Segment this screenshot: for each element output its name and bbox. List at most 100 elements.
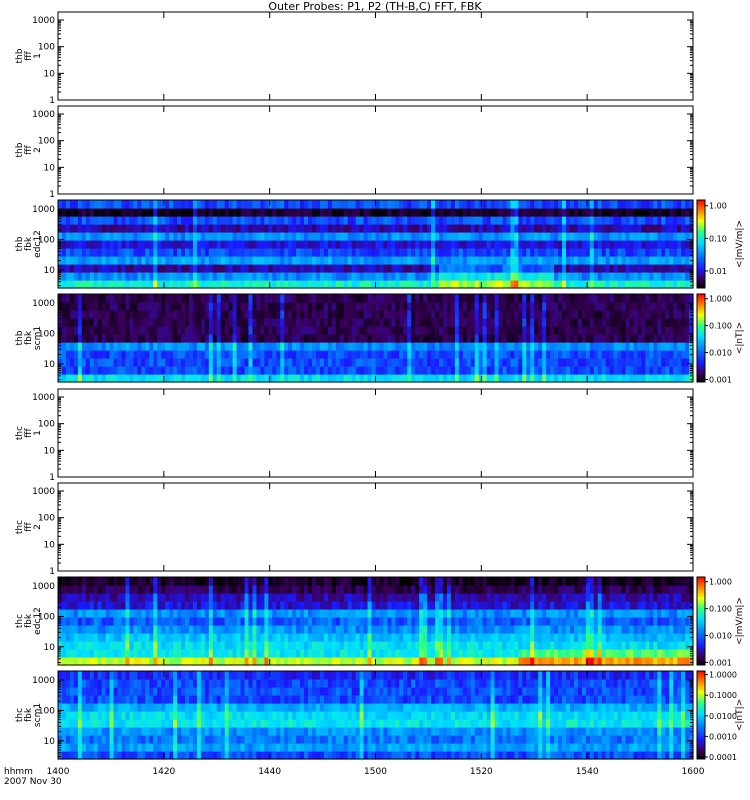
spectrogram-cell: [236, 294, 242, 303]
spectrogram-cell: [458, 326, 464, 335]
spectrogram-cell: [609, 334, 615, 343]
spectrogram-cell: [125, 601, 131, 610]
spectrogram-cell: [65, 310, 71, 319]
spectrogram-cell: [244, 200, 250, 209]
spectrogram-cell: [339, 224, 345, 233]
spectrogram-cell: [117, 264, 123, 273]
spectrogram-cell: [359, 334, 365, 343]
spectrogram-cell: [204, 649, 210, 658]
spectrogram-cell: [109, 366, 115, 375]
spectrogram-cell: [403, 577, 408, 586]
spectrogram-cell: [327, 256, 333, 265]
spectrogram-cell: [566, 310, 571, 319]
spectrogram-cell: [244, 240, 250, 249]
spectrogram-cell: [101, 216, 107, 225]
spectrogram-cell: [629, 264, 635, 273]
spectrogram-cell: [323, 264, 329, 273]
spectrogram-cell: [224, 358, 230, 367]
spectrogram-cell: [454, 342, 460, 351]
spectrogram-cell: [482, 248, 488, 257]
spectrogram-cell: [395, 625, 400, 634]
spectrogram-cell: [359, 326, 365, 335]
spectrogram-cell: [506, 200, 512, 209]
spectrogram-cell: [395, 326, 400, 335]
spectrogram-cell: [625, 272, 631, 281]
spectrogram-cell: [319, 366, 325, 375]
spectrogram-cell: [581, 334, 587, 343]
spectrogram-cell: [585, 232, 591, 241]
spectrogram-cell: [145, 350, 150, 359]
spectrogram-cell: [510, 342, 516, 351]
spectrogram-cell: [153, 208, 158, 217]
spectrogram-cell: [181, 617, 186, 626]
spectrogram-cell: [292, 280, 297, 289]
spectrogram-cell: [149, 302, 154, 311]
spectrogram-cell: [514, 366, 519, 375]
spectrogram-cell: [149, 593, 154, 602]
spectrogram-cell: [280, 617, 285, 626]
spectrogram-cell: [621, 248, 627, 257]
spectrogram-cell: [685, 264, 690, 273]
spectrogram-cell: [399, 264, 404, 273]
spectrogram-cell: [256, 216, 262, 225]
spectrogram-cell: [192, 657, 198, 666]
spectrogram-cell: [577, 200, 583, 209]
spectrogram-cell: [85, 601, 91, 610]
spectrogram-cell: [296, 224, 301, 233]
spectrogram-cell: [173, 633, 178, 642]
spectrogram-cell: [232, 216, 238, 225]
spectrogram-cell: [315, 256, 321, 265]
spectrogram-cell: [669, 232, 674, 241]
spectrogram-cell: [391, 200, 396, 209]
spectrogram-cell: [379, 264, 385, 273]
spectrogram-cell: [101, 625, 107, 634]
spectrogram-cell: [609, 358, 615, 367]
spectrogram-cell: [355, 208, 361, 217]
spectrogram-cell: [637, 256, 643, 265]
spectrogram-cell: [308, 366, 313, 375]
spectrogram-cell: [141, 641, 146, 650]
spectrogram-cell: [641, 272, 646, 281]
spectrogram-cell: [470, 350, 476, 359]
spectrogram-cell: [61, 272, 67, 281]
spectrogram-cell: [121, 601, 127, 610]
spectrogram-cell: [653, 240, 658, 249]
spectrogram-cell: [677, 310, 682, 319]
spectrogram-cell: [435, 208, 440, 217]
spectrogram-cell: [343, 280, 349, 289]
spectrogram-cell: [173, 232, 178, 241]
y-tick-label: 1: [49, 567, 55, 577]
spectrogram-cell: [411, 326, 416, 335]
spectrogram-cell: [145, 366, 150, 375]
spectrogram-cell: [192, 294, 198, 303]
spectrogram-cell: [538, 302, 543, 311]
spectrogram-cell: [173, 657, 178, 666]
spectrogram-cell: [351, 208, 357, 217]
panels: 1101001000thbfff11101001000thbfff2101001…: [15, 11, 745, 762]
spectrogram-cell: [415, 280, 420, 289]
spectrogram-cell: [276, 350, 281, 359]
spectrogram-cell: [498, 366, 504, 375]
spectrogram-cell: [613, 224, 619, 233]
spectrogram-cell: [625, 294, 631, 303]
spectrogram-cell: [498, 256, 504, 265]
spectrogram-cell: [522, 358, 527, 367]
spectrogram-cell: [339, 302, 345, 311]
spectrogram-cell: [407, 334, 412, 343]
spectrogram-cell: [97, 585, 103, 594]
spectrogram-cell: [526, 334, 531, 343]
spectrogram-cell: [200, 657, 206, 666]
spectrogram-cell: [685, 350, 690, 359]
spectrogram-cell: [248, 366, 254, 375]
spectrogram-cell: [534, 280, 539, 289]
spectrogram-cell: [339, 585, 345, 594]
spectrogram-cell: [573, 358, 579, 367]
spectrogram-cell: [73, 593, 79, 602]
spectrogram-cell: [256, 248, 262, 257]
spectrogram-cell: [415, 294, 420, 303]
spectrogram-cell: [593, 318, 599, 327]
spectrogram-cell: [101, 593, 107, 602]
spectrogram-cell: [498, 342, 504, 351]
spectrogram-cell: [192, 366, 198, 375]
spectrogram-cell: [347, 593, 353, 602]
